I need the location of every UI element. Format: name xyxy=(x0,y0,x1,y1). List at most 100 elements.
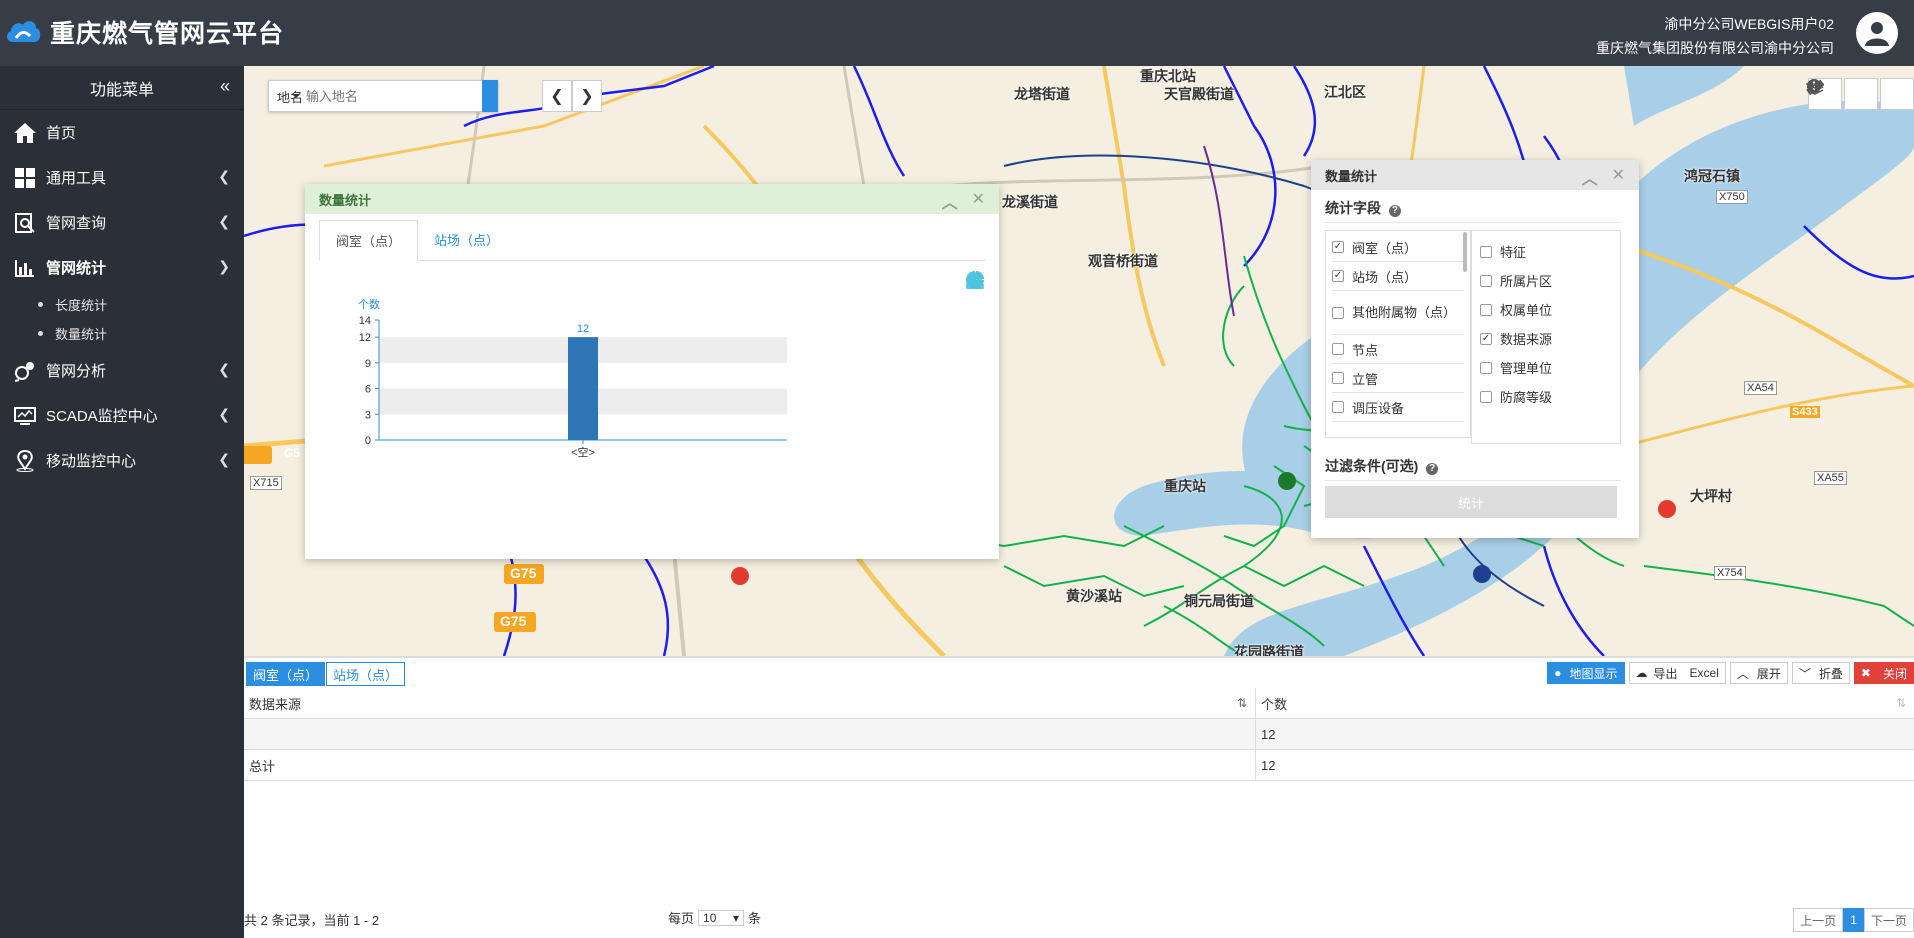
field-option[interactable]: ✓ 阀室（点） xyxy=(1332,233,1464,262)
help-icon[interactable]: ? xyxy=(1388,205,1401,217)
sidebar-subitem-count[interactable]: 数量统计 xyxy=(0,319,244,348)
checkbox[interactable] xyxy=(1332,343,1344,355)
checkbox[interactable] xyxy=(1480,245,1492,258)
field-option[interactable]: 防腐等级 xyxy=(1480,382,1612,411)
minimize-icon[interactable]: ︿ xyxy=(1582,165,1598,189)
field-option-label: 所属片区 xyxy=(1500,274,1553,289)
sidebar-subitem-length[interactable]: 长度统计 xyxy=(0,290,244,319)
sidebar: 功能菜单 « 首页 通用工具 ❮ 管网查询 ❮ 管网统计 ❯ 长度统计 数量统计 xyxy=(0,66,244,938)
bullet-icon xyxy=(38,331,43,336)
field-option[interactable]: ✓ 数据来源 xyxy=(1480,324,1612,353)
field-option[interactable]: 立管 xyxy=(1332,364,1464,393)
prev-page-button[interactable]: 上一页 xyxy=(1793,908,1844,932)
cloud-logo-icon xyxy=(4,16,42,49)
checkbox[interactable] xyxy=(1332,372,1344,384)
next-page-button[interactable]: 下一页 xyxy=(1863,908,1914,932)
close-icon[interactable]: ✕ xyxy=(972,189,985,213)
sidebar-item-label: SCADA监控中心 xyxy=(46,408,158,425)
field-option-label: 权属单位 xyxy=(1500,303,1553,318)
collapse-button[interactable]: ﹀ 折叠 xyxy=(1791,662,1850,684)
table-row[interactable]: 12 xyxy=(244,719,1914,750)
y-axis-label: 个数 xyxy=(358,298,380,311)
checkbox[interactable] xyxy=(1332,306,1344,319)
close-button[interactable]: ✖ 关闭 xyxy=(1853,662,1914,684)
checkbox[interactable] xyxy=(1332,401,1344,413)
checkbox[interactable]: ✓ xyxy=(1332,241,1344,253)
tab-valve-room[interactable]: 阀室（点） xyxy=(319,220,419,261)
map-label: X715 xyxy=(250,476,282,490)
checkbox[interactable] xyxy=(1480,390,1492,403)
map-label: 天官殿街道 xyxy=(1164,86,1234,102)
field-option[interactable]: 所属片区 xyxy=(1480,266,1612,295)
field-option[interactable]: 特征 xyxy=(1480,237,1612,266)
expand-button[interactable]: ︿ 展开 xyxy=(1729,662,1788,684)
checkbox[interactable]: ✓ xyxy=(1480,332,1492,345)
map-view[interactable]: 龙塔街道 天官殿街道 江北区 鸿冠石镇 龙溪街道 观音桥街道 重庆北站 重庆站 … xyxy=(244,66,1914,656)
table-cell: 总计 xyxy=(244,750,1256,780)
table-row[interactable]: 总计 12 xyxy=(244,750,1914,781)
result-tab-station[interactable]: 站场（点） xyxy=(326,662,406,686)
chevron-down-icon: ❯ xyxy=(218,258,230,274)
checkbox[interactable] xyxy=(1480,303,1492,316)
field-option[interactable]: 其他附属物（点） xyxy=(1332,291,1464,335)
map-label: XA55 xyxy=(1814,471,1847,485)
export-button[interactable]: ☁ 导出 Excel xyxy=(1628,662,1726,684)
field-option[interactable]: 调压设备 xyxy=(1332,393,1464,422)
user-icon xyxy=(1865,22,1889,46)
tab-station[interactable]: 站场（点） xyxy=(418,220,515,260)
field-list-scrollbar[interactable] xyxy=(1463,232,1467,272)
sidebar-item-mobile[interactable]: 移动监控中心 ❮ xyxy=(0,438,244,483)
field-option[interactable]: 节点 xyxy=(1332,335,1464,364)
checkbox[interactable]: ✓ xyxy=(1332,270,1344,282)
page-button[interactable]: 1 xyxy=(1843,908,1864,932)
y-tick-label: 14 xyxy=(359,315,371,327)
column-header-source[interactable]: 数据来源 ⇅ xyxy=(244,688,1256,718)
download-icon[interactable] xyxy=(965,270,985,290)
sidebar-item-tools[interactable]: 通用工具 ❮ xyxy=(0,155,244,200)
minimize-icon[interactable]: ︿ xyxy=(942,189,958,213)
brand: 重庆燃气管网云平台 xyxy=(4,14,284,50)
data-label: 12 xyxy=(577,323,589,335)
y-tick-label: 6 xyxy=(365,384,371,396)
sidebar-item-scada[interactable]: SCADA监控中心 ❮ xyxy=(0,393,244,438)
sidebar-item-statistics[interactable]: 管网统计 ❯ xyxy=(0,245,244,290)
page-size-select[interactable]: 10 ▾ xyxy=(698,909,745,926)
checkbox[interactable] xyxy=(1480,361,1492,374)
field-option[interactable]: ✓ 站场（点） xyxy=(1332,262,1464,291)
map-forward-button[interactable]: ❯ xyxy=(572,80,602,112)
search-button[interactable] xyxy=(269,80,498,112)
help-icon[interactable]: ? xyxy=(1426,463,1439,475)
checkbox[interactable] xyxy=(1480,274,1492,287)
field-option-label: 防腐等级 xyxy=(1500,390,1553,405)
sidebar-item-label: 管网分析 xyxy=(46,363,107,380)
map-back-button[interactable]: ❮ xyxy=(542,80,572,112)
stat-button[interactable]: 统计 xyxy=(1325,486,1617,518)
map-show-button[interactable]: ● 地图显示 xyxy=(1547,662,1625,684)
field-option[interactable]: 管理单位 xyxy=(1480,353,1612,382)
close-icon[interactable]: ✕ xyxy=(1612,165,1625,189)
collapse-menu-icon[interactable]: « xyxy=(220,76,230,97)
page-size-label: 每页 xyxy=(668,911,695,926)
sidebar-item-label: 管网查询 xyxy=(46,215,107,232)
measure-button[interactable] xyxy=(1806,78,1878,110)
sidebar-item-query[interactable]: 管网查询 ❮ xyxy=(0,200,244,245)
avatar[interactable] xyxy=(1856,12,1898,54)
sort-icon[interactable]: ⇅ xyxy=(1237,696,1247,710)
sidebar-item-home[interactable]: 首页 xyxy=(0,110,244,155)
map-label: 龙塔街道 xyxy=(1014,86,1070,102)
panel-header: 数量统计 ︿ ✕ xyxy=(305,184,999,214)
button-label: 关闭 xyxy=(1882,666,1907,681)
map-label: 鸿冠石镇 xyxy=(1684,168,1740,184)
field-option[interactable]: 权属单位 xyxy=(1480,295,1612,324)
sidebar-item-analysis[interactable]: 管网分析 ❮ xyxy=(0,348,244,393)
chevron-left-icon: ❮ xyxy=(218,406,230,422)
search-input[interactable] xyxy=(305,82,482,110)
layers-button[interactable] xyxy=(1806,78,1914,110)
map-label: 黄沙溪站 xyxy=(1066,588,1122,604)
map-label: 铜元局街道 xyxy=(1184,593,1254,609)
result-panel: 阀室（点） 站场（点） ● 地图显示 ☁ 导出 Excel ︿ 展开 ﹀ 折叠 … xyxy=(244,656,1914,938)
result-tab-valve-room[interactable]: 阀室（点） xyxy=(246,662,326,686)
column-header-count[interactable]: 个数 ⇅ xyxy=(1256,688,1914,718)
sort-icon[interactable]: ⇅ xyxy=(1896,696,1906,710)
button-label: 展开 xyxy=(1756,666,1781,681)
